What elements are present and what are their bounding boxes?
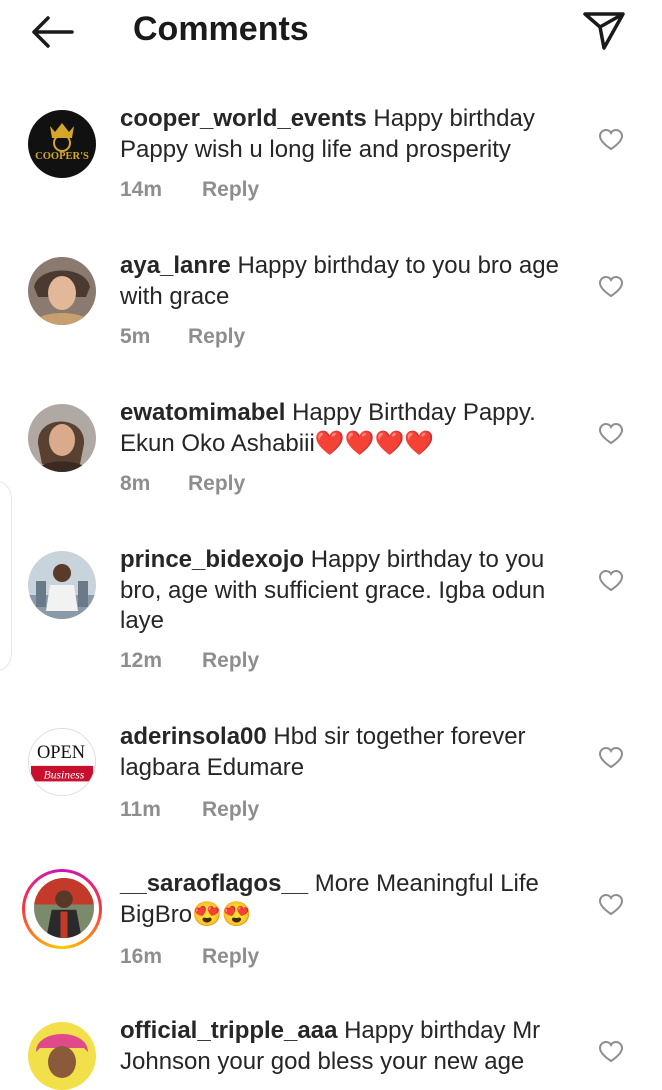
like-button[interactable] [598, 746, 624, 770]
svg-text:Business: Business [44, 769, 85, 782]
profile-photo-avatar [28, 551, 96, 619]
comment-username[interactable]: prince_bidexojo [120, 546, 304, 573]
like-button[interactable] [598, 1040, 624, 1064]
comment-username[interactable]: aya_lanre [120, 252, 231, 279]
profile-photo-avatar [28, 257, 96, 325]
reply-button[interactable]: Reply [202, 945, 259, 969]
profile-photo-avatar [34, 878, 94, 938]
page-title: Comments [133, 10, 309, 48]
share-button[interactable] [580, 8, 628, 52]
comment-meta: 16m Reply [120, 945, 259, 969]
comment-time: 12m [120, 649, 163, 672]
reply-button[interactable]: Reply [188, 325, 245, 349]
comment-text: prince_bidexojo Happy birthday to you br… [120, 545, 580, 637]
reply-button[interactable]: Reply [202, 178, 259, 202]
heart-icon [598, 1040, 624, 1063]
heart-icon [598, 422, 624, 445]
comment-text: official_tripple_aaa Happy birthday Mr J… [120, 1016, 580, 1077]
reply-button[interactable]: Reply [188, 472, 245, 496]
comment-username[interactable]: ewatomimabel [120, 399, 285, 426]
comment-time: 5m [120, 325, 151, 348]
comment-time: 16m [120, 945, 163, 968]
heart-icon [598, 893, 624, 916]
coopers-logo-avatar: COOPER'S [28, 110, 96, 178]
comment-meta: 8m Reply [120, 472, 245, 496]
svg-text:OPEN: OPEN [37, 742, 85, 762]
heart-icon [598, 275, 624, 298]
avatar[interactable] [28, 551, 96, 619]
avatar[interactable]: COOPER'S [28, 110, 96, 178]
svg-text:COOPER'S: COOPER'S [35, 151, 89, 162]
profile-photo-avatar [28, 404, 96, 472]
avatar[interactable] [28, 1022, 96, 1090]
avatar[interactable] [28, 257, 96, 325]
top-bar: Comments [0, 0, 662, 64]
comment-username[interactable]: official_tripple_aaa [120, 1017, 337, 1044]
reply-button[interactable]: Reply [202, 649, 259, 673]
comment-meta: 5m Reply [120, 325, 245, 349]
heart-icon [598, 746, 624, 769]
profile-photo-avatar [28, 1022, 96, 1090]
like-button[interactable] [598, 569, 624, 593]
comment-time: 8m [120, 472, 151, 495]
arrow-left-icon [32, 16, 74, 48]
comment-text: cooper_world_events Happy birthday Pappy… [120, 104, 580, 165]
heart-icon [598, 128, 624, 151]
comment-meta: 11m Reply [120, 798, 259, 822]
comment-time: 14m [120, 178, 163, 201]
side-edge-handle[interactable] [0, 480, 12, 672]
comment-username[interactable]: aderinsola00 [120, 723, 267, 750]
reply-button[interactable]: Reply [202, 798, 259, 822]
like-button[interactable] [598, 422, 624, 446]
comment-username[interactable]: __saraoflagos__ [120, 870, 308, 897]
back-button[interactable] [28, 12, 76, 52]
like-button[interactable] [598, 128, 624, 152]
comment-text: aderinsola00 Hbd sir together forever la… [120, 722, 580, 783]
comment-time: 11m [120, 798, 161, 821]
avatar[interactable] [28, 404, 96, 472]
avatar[interactable] [34, 878, 94, 938]
comment-text: __saraoflagos__ More Meaningful Life Big… [120, 869, 580, 930]
comment-meta: 14m Reply [120, 178, 259, 202]
comment-meta: 12m Reply [120, 649, 259, 673]
open-for-business-avatar: OPEN Business [29, 729, 95, 795]
comment-text: ewatomimabel Happy Birthday Pappy. Ekun … [120, 398, 580, 459]
like-button[interactable] [598, 275, 624, 299]
comment-username[interactable]: cooper_world_events [120, 105, 367, 132]
comment-text: aya_lanre Happy birthday to you bro age … [120, 251, 580, 312]
like-button[interactable] [598, 893, 624, 917]
paper-plane-icon [583, 12, 625, 50]
heart-icon [598, 569, 624, 592]
avatar[interactable]: OPEN Business [28, 728, 96, 796]
